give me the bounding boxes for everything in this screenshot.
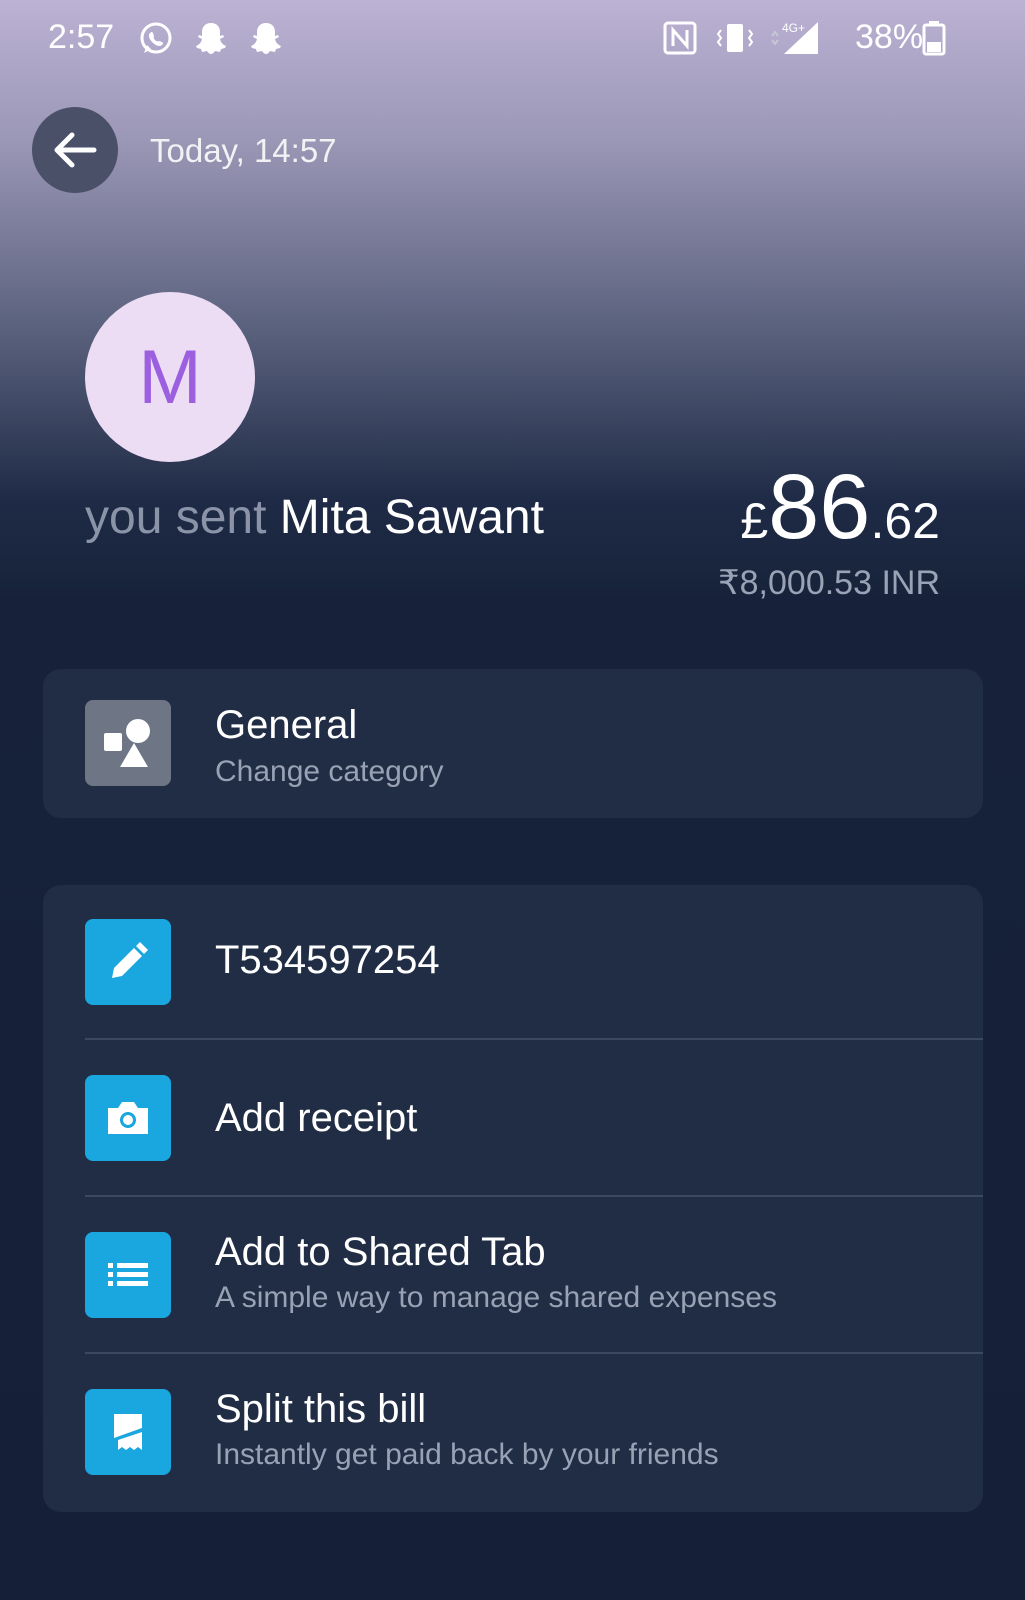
add-receipt-row[interactable]: Add receipt <box>43 1040 983 1196</box>
list-icon <box>85 1232 171 1318</box>
signal-icon: 4G+ <box>771 21 818 54</box>
shared-tab-subtitle: A simple way to manage shared expenses <box>215 1281 777 1314</box>
battery-percent: 38% <box>855 18 924 56</box>
vibrate-icon <box>716 24 754 52</box>
category-subtitle: Change category <box>215 755 444 788</box>
split-bill-subtitle: Instantly get paid back by your friends <box>215 1438 719 1471</box>
split-bill-title: Split this bill <box>215 1387 427 1431</box>
status-time: 2:57 <box>48 18 115 56</box>
converted-amount: ₹8,000.53 INR <box>718 564 940 602</box>
category-card: General Change category <box>43 669 983 818</box>
reference-row[interactable]: T534597254 <box>43 885 983 1039</box>
avatar: M <box>85 292 255 462</box>
sent-prefix: you sent <box>85 491 267 544</box>
snapchat-icon <box>196 23 226 54</box>
snapchat-icon <box>251 23 281 54</box>
amount-currency-symbol: £ <box>740 493 769 549</box>
avatar-initial: M <box>138 334 202 420</box>
network-type-label: 4G+ <box>782 21 805 35</box>
category-shapes-icon <box>85 700 171 786</box>
transaction-date: Today, 14:57 <box>150 132 337 169</box>
arrow-left-icon <box>54 132 97 168</box>
recipient-line: you sent Mita Sawant <box>85 490 544 545</box>
nfc-icon <box>663 21 697 55</box>
whatsapp-icon <box>140 22 172 54</box>
shared-tab-title: Add to Shared Tab <box>215 1230 546 1274</box>
receipt-split-icon <box>85 1389 171 1475</box>
battery-icon <box>922 21 946 56</box>
category-row[interactable]: General Change category <box>43 669 983 818</box>
camera-icon <box>85 1075 171 1161</box>
recipient-name[interactable]: Mita Sawant <box>280 491 544 544</box>
back-button[interactable] <box>32 107 118 193</box>
actions-card: T534597254 Add receipt Add to Shared Tab… <box>43 885 983 1512</box>
amount-whole: 86 <box>768 456 871 558</box>
amount-decimal: .62 <box>870 493 940 549</box>
category-title: General <box>215 703 358 747</box>
pencil-icon <box>85 919 171 1005</box>
reference-text: T534597254 <box>215 938 440 982</box>
add-receipt-label: Add receipt <box>215 1096 418 1140</box>
amount: £86.62 <box>740 455 940 560</box>
split-bill-row[interactable]: Split this bill Instantly get paid back … <box>43 1354 983 1512</box>
status-bar: 2:57 4G+ 38% <box>0 0 1025 80</box>
shared-tab-row[interactable]: Add to Shared Tab A simple way to manage… <box>43 1197 983 1353</box>
